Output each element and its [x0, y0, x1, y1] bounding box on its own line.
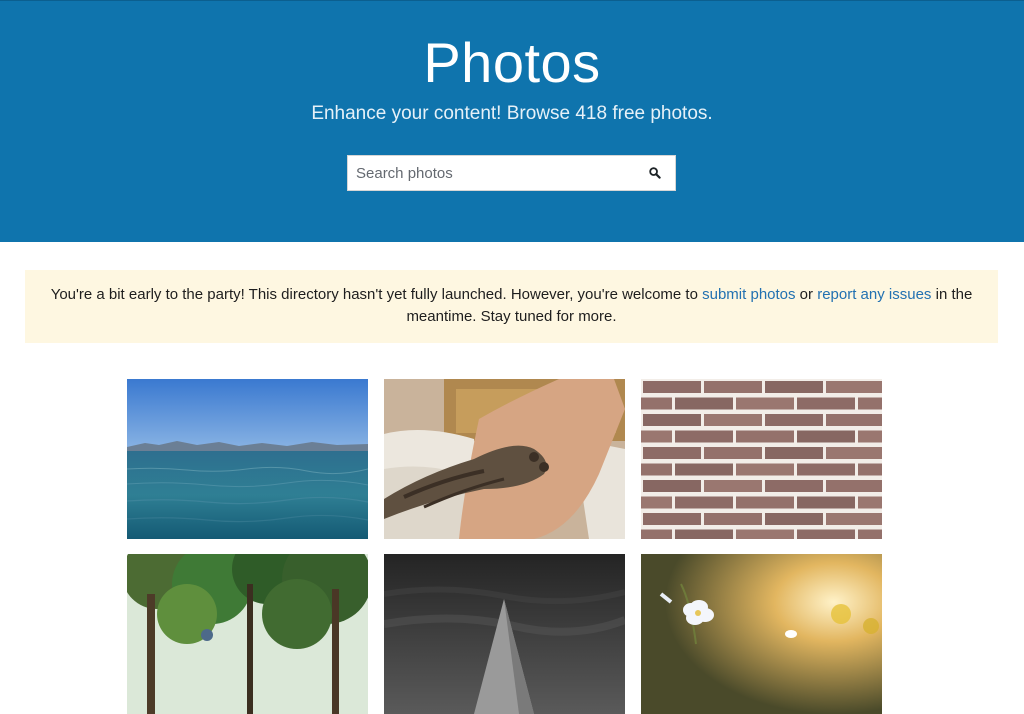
pyramid-image — [384, 554, 625, 714]
flowers-image — [641, 554, 882, 714]
submit-photos-link[interactable]: submit photos — [702, 286, 795, 303]
photo-pyramid[interactable] — [384, 554, 625, 714]
photo-forest[interactable] — [127, 554, 368, 714]
search-button[interactable] — [635, 156, 675, 190]
search-input[interactable] — [348, 156, 638, 190]
report-issues-link[interactable]: report any issues — [817, 286, 931, 303]
page-header: Photos Enhance your content! Browse 418 … — [0, 0, 1024, 242]
search-form — [347, 155, 676, 191]
forest-image — [127, 554, 368, 714]
lake-image — [127, 379, 368, 539]
photo-cat-paw[interactable] — [384, 379, 625, 539]
photo-brick-wall[interactable] — [641, 379, 882, 539]
cat-paw-image — [384, 379, 625, 539]
photo-lake[interactable] — [127, 379, 368, 539]
photo-flowers[interactable] — [641, 554, 882, 714]
early-access-notice: You're a bit early to the party! This di… — [25, 270, 998, 343]
notice-text-middle: or — [795, 286, 818, 303]
brick-wall-image — [641, 381, 882, 539]
page-subtitle: Enhance your content! Browse 418 free ph… — [311, 103, 713, 124]
page-title: Photos — [423, 31, 601, 94]
search-icon — [649, 167, 661, 179]
notice-text-start: You're a bit early to the party! This di… — [50, 286, 703, 303]
